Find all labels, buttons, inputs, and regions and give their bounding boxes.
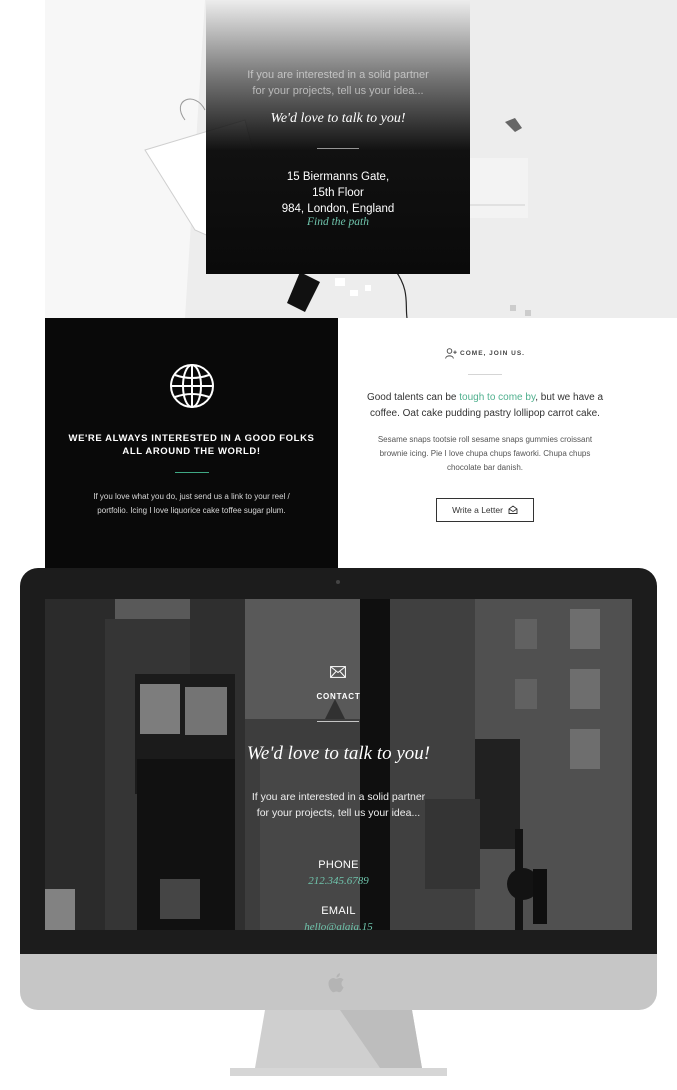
join-body-line3: chocolate bar danish. bbox=[446, 463, 524, 472]
contact-intro-line2: for your projects, tell us your idea... bbox=[256, 807, 421, 819]
write-letter-label: Write a Letter bbox=[452, 505, 503, 515]
contact-intro-line1: If you are interested in a solid partner bbox=[251, 791, 426, 803]
divider bbox=[468, 374, 502, 375]
address-card: If you are interested in a solid partner… bbox=[206, 0, 470, 274]
mail-icon bbox=[330, 666, 346, 678]
folks-body-line2: portfolio. Icing I love liquorice cake t… bbox=[97, 506, 286, 515]
monitor-stand bbox=[230, 1010, 447, 1076]
user-add-icon bbox=[445, 348, 457, 359]
find-path-link[interactable]: Find the path bbox=[206, 216, 470, 228]
contact-label: CONTACT bbox=[316, 692, 361, 701]
folks-title-line2: ALL AROUND THE WORLD! bbox=[122, 446, 261, 457]
folks-title: WE'RE ALWAYS INTERESTED IN A GOOD FOLKS … bbox=[45, 432, 338, 458]
divider bbox=[317, 721, 359, 722]
email-label: EMAIL bbox=[321, 905, 356, 917]
join-lead-accent: tough to come by bbox=[459, 392, 536, 403]
contact-intro: If you are interested in a solid partner… bbox=[45, 789, 632, 821]
phone-label: PHONE bbox=[318, 859, 359, 871]
address-line2: 15th Floor bbox=[312, 187, 364, 199]
folks-panel: WE'RE ALWAYS INTERESTED IN A GOOD FOLKS … bbox=[45, 318, 338, 570]
join-panel: COME, JOIN US. Good talents can be tough… bbox=[338, 318, 632, 570]
divider bbox=[175, 472, 209, 473]
folks-body-line1: If you love what you do, just send us a … bbox=[93, 492, 290, 501]
address-intro-line2: for your projects, tell us your idea... bbox=[252, 85, 424, 97]
write-letter-button[interactable]: Write a Letter bbox=[436, 498, 534, 522]
email-link[interactable]: hello@alaia.15 bbox=[45, 921, 632, 930]
folks-body: If you love what you do, just send us a … bbox=[75, 490, 308, 518]
envelope-icon bbox=[508, 505, 518, 515]
contact-headline: We'd love to talk to you! bbox=[246, 743, 431, 764]
address-headline: We'd love to talk to you! bbox=[270, 111, 406, 126]
address-line3: 984, London, England bbox=[281, 203, 395, 215]
address-line1: 15 Biermanns Gate, bbox=[286, 171, 390, 183]
address-intro: If you are interested in a solid partner… bbox=[206, 67, 470, 99]
folks-title-line1: WE'RE ALWAYS INTERESTED IN A GOOD FOLKS bbox=[68, 433, 315, 444]
join-heading: COME, JOIN US. bbox=[338, 348, 632, 359]
join-body-line1: Sesame snaps tootsie roll sesame snaps g… bbox=[377, 435, 593, 444]
camera bbox=[336, 580, 340, 584]
apple-logo-icon bbox=[328, 973, 344, 993]
monitor-screen: CONTACT We'd love to talk to you! If you… bbox=[45, 599, 632, 930]
join-body: Sesame snaps tootsie roll sesame snaps g… bbox=[372, 433, 598, 475]
join-lead: Good talents can be tough to come by, bu… bbox=[364, 390, 606, 422]
address-intro-line1: If you are interested in a solid partner bbox=[247, 69, 429, 81]
address-block: 15 Biermanns Gate, 15th Floor 984, Londo… bbox=[206, 169, 470, 217]
join-label: COME, JOIN US. bbox=[460, 350, 525, 358]
globe-icon bbox=[170, 364, 214, 408]
phone-link[interactable]: 212.345.6789 bbox=[45, 875, 632, 887]
join-body-line2: brownie icing. Pie I love chupa chups fa… bbox=[379, 449, 591, 458]
contact-section: CONTACT We'd love to talk to you! If you… bbox=[45, 599, 632, 930]
divider bbox=[317, 148, 359, 149]
join-lead-text: Good talents can be bbox=[366, 392, 460, 403]
